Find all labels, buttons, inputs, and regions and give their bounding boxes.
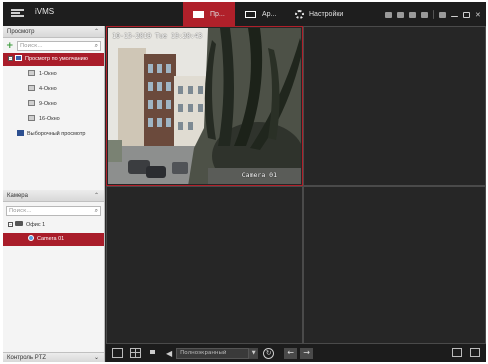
chevron-up-icon[interactable]: ⌃ xyxy=(94,26,99,38)
stream-mode-value: Полноэкранный xyxy=(180,349,227,356)
video-grid: 10-15-2019 Tue 19:20:43 Camera 01 xyxy=(106,26,486,344)
save-view-icon[interactable] xyxy=(112,348,123,358)
chevron-down-icon[interactable]: ▼ xyxy=(249,347,259,359)
playback-icon xyxy=(245,10,256,18)
bottom-toolbar: ◀︎ Полноэкранный ▼ ↻ ← → xyxy=(106,344,486,362)
tree-item-label: 16-Окно xyxy=(39,116,60,122)
camera-panel-header[interactable]: Камера ⌃ xyxy=(3,190,104,202)
window-layout-icon xyxy=(28,115,35,121)
camera-feed: 10-15-2019 Tue 19:20:43 Camera 01 xyxy=(108,28,301,184)
chevron-up-icon[interactable]: ⌃ xyxy=(94,190,99,202)
search-icon[interactable]: ⌕ xyxy=(95,42,98,50)
gear-icon xyxy=(295,9,304,19)
separator xyxy=(433,10,434,19)
tree-item-1-window[interactable]: 1-Окно xyxy=(3,68,104,81)
video-window-1[interactable]: 10-15-2019 Tue 19:20:43 Camera 01 xyxy=(106,26,303,186)
minimize-icon[interactable] xyxy=(451,16,458,17)
tree-item-label: 1-Окно xyxy=(39,71,57,77)
video-window-2[interactable] xyxy=(303,26,486,186)
camera-search-row: Поиск... ⌕ xyxy=(3,203,104,218)
tab-live-view-label: Пр... xyxy=(210,10,225,18)
app-window: iVMS Пр... Ар... Настройки ✕ Просмотр ⌃ … xyxy=(3,2,486,362)
collapse-icon[interactable]: − xyxy=(8,56,13,61)
video-window-3[interactable] xyxy=(106,186,303,344)
window-layout-icon xyxy=(28,85,35,91)
view-search-placeholder: Поиск... xyxy=(20,42,43,49)
cloud-icon[interactable] xyxy=(385,11,392,18)
ptz-panel-title: Контроль PTZ xyxy=(7,355,47,361)
osd-timestamp: 10-15-2019 Tue 19:20:43 xyxy=(112,32,203,40)
window-layout-icon xyxy=(28,70,35,76)
speaker-icon[interactable]: ◀︎ xyxy=(166,349,172,358)
toolbar-right-icons xyxy=(452,348,480,357)
view-panel-title: Просмотр xyxy=(7,29,35,35)
system-icons: ✕ xyxy=(385,10,482,19)
ptz-panel-header[interactable]: Контроль PTZ ⌄ xyxy=(3,352,104,362)
tree-item-label: Выборочный просмотр xyxy=(27,131,86,137)
view-search-input[interactable]: Поиск... ⌕ xyxy=(17,40,101,51)
camera-scene xyxy=(108,28,301,184)
tree-item-16-window[interactable]: 16-Окно xyxy=(3,113,104,126)
refresh-icon[interactable]: ↻ xyxy=(263,347,275,359)
tree-item-9-window[interactable]: 9-Окно xyxy=(3,98,104,111)
window-division-icon[interactable] xyxy=(130,348,141,358)
camera-label: Camera 01 xyxy=(37,236,65,242)
video-window-4[interactable] xyxy=(303,186,486,344)
title-bar: iVMS Пр... Ар... Настройки ✕ xyxy=(3,2,486,26)
tab-settings-label: Настройки xyxy=(309,10,344,18)
camera-icon xyxy=(28,235,34,241)
lock-icon[interactable] xyxy=(439,11,446,18)
view-panel-header[interactable]: Просмотр ⌃ xyxy=(3,26,104,38)
view-search-row: + Поиск... ⌕ xyxy=(3,38,104,53)
user-icon[interactable] xyxy=(421,11,428,18)
tab-live-view[interactable]: Пр... xyxy=(183,2,235,26)
list-icon[interactable] xyxy=(397,11,404,18)
stream-mode-select[interactable]: Полноэкранный ▼ xyxy=(176,347,259,359)
osd-camera-name: Camera 01 xyxy=(241,171,277,179)
previous-page-icon[interactable]: ← xyxy=(284,347,298,359)
tree-group-office[interactable]: − Офис 1 xyxy=(3,219,104,232)
view-icon xyxy=(15,55,22,61)
tree-item-custom-view[interactable]: Выборочный просмотр xyxy=(3,128,104,141)
group-label: Офис 1 xyxy=(26,222,46,228)
tree-item-default-view[interactable]: − Просмотр по умолчанию xyxy=(3,53,104,66)
tree-item-label: 9-Окно xyxy=(39,101,57,107)
left-panel: Просмотр ⌃ + Поиск... ⌕ − Просмотр по умо… xyxy=(3,26,105,362)
next-page-icon[interactable]: → xyxy=(300,347,314,359)
tree-item-4-window[interactable]: 4-Окно xyxy=(3,83,104,96)
camera-panel-title: Камера xyxy=(7,193,28,199)
search-icon[interactable]: ⌕ xyxy=(95,207,98,215)
tab-settings[interactable]: Настройки xyxy=(285,2,355,26)
maximize-icon[interactable] xyxy=(463,11,470,18)
close-icon[interactable]: ✕ xyxy=(475,11,482,18)
live-view-icon xyxy=(193,10,204,18)
window-layout-icon[interactable] xyxy=(452,348,462,357)
window-layout-icon xyxy=(28,100,35,106)
stop-all-icon[interactable] xyxy=(148,348,159,358)
tree-item-camera-01[interactable]: Camera 01 xyxy=(3,233,104,246)
app-name: iVMS xyxy=(35,7,55,16)
tab-playback-label: Ар... xyxy=(262,10,277,18)
add-view-icon[interactable]: + xyxy=(6,41,14,50)
fullscreen-icon[interactable] xyxy=(470,348,480,357)
custom-view-icon xyxy=(17,130,24,136)
encoder-icon xyxy=(15,221,23,226)
menu-icon[interactable] xyxy=(11,9,24,18)
tab-playback[interactable]: Ар... xyxy=(235,2,285,26)
monitor-icon[interactable] xyxy=(409,11,416,18)
collapse-icon[interactable]: − xyxy=(8,222,13,227)
camera-search-placeholder: Поиск... xyxy=(9,207,32,214)
tree-item-label: Просмотр по умолчанию xyxy=(25,56,88,62)
chevron-down-icon[interactable]: ⌄ xyxy=(94,353,99,362)
camera-search-input[interactable]: Поиск... ⌕ xyxy=(6,205,101,216)
tree-item-label: 4-Окно xyxy=(39,86,57,92)
